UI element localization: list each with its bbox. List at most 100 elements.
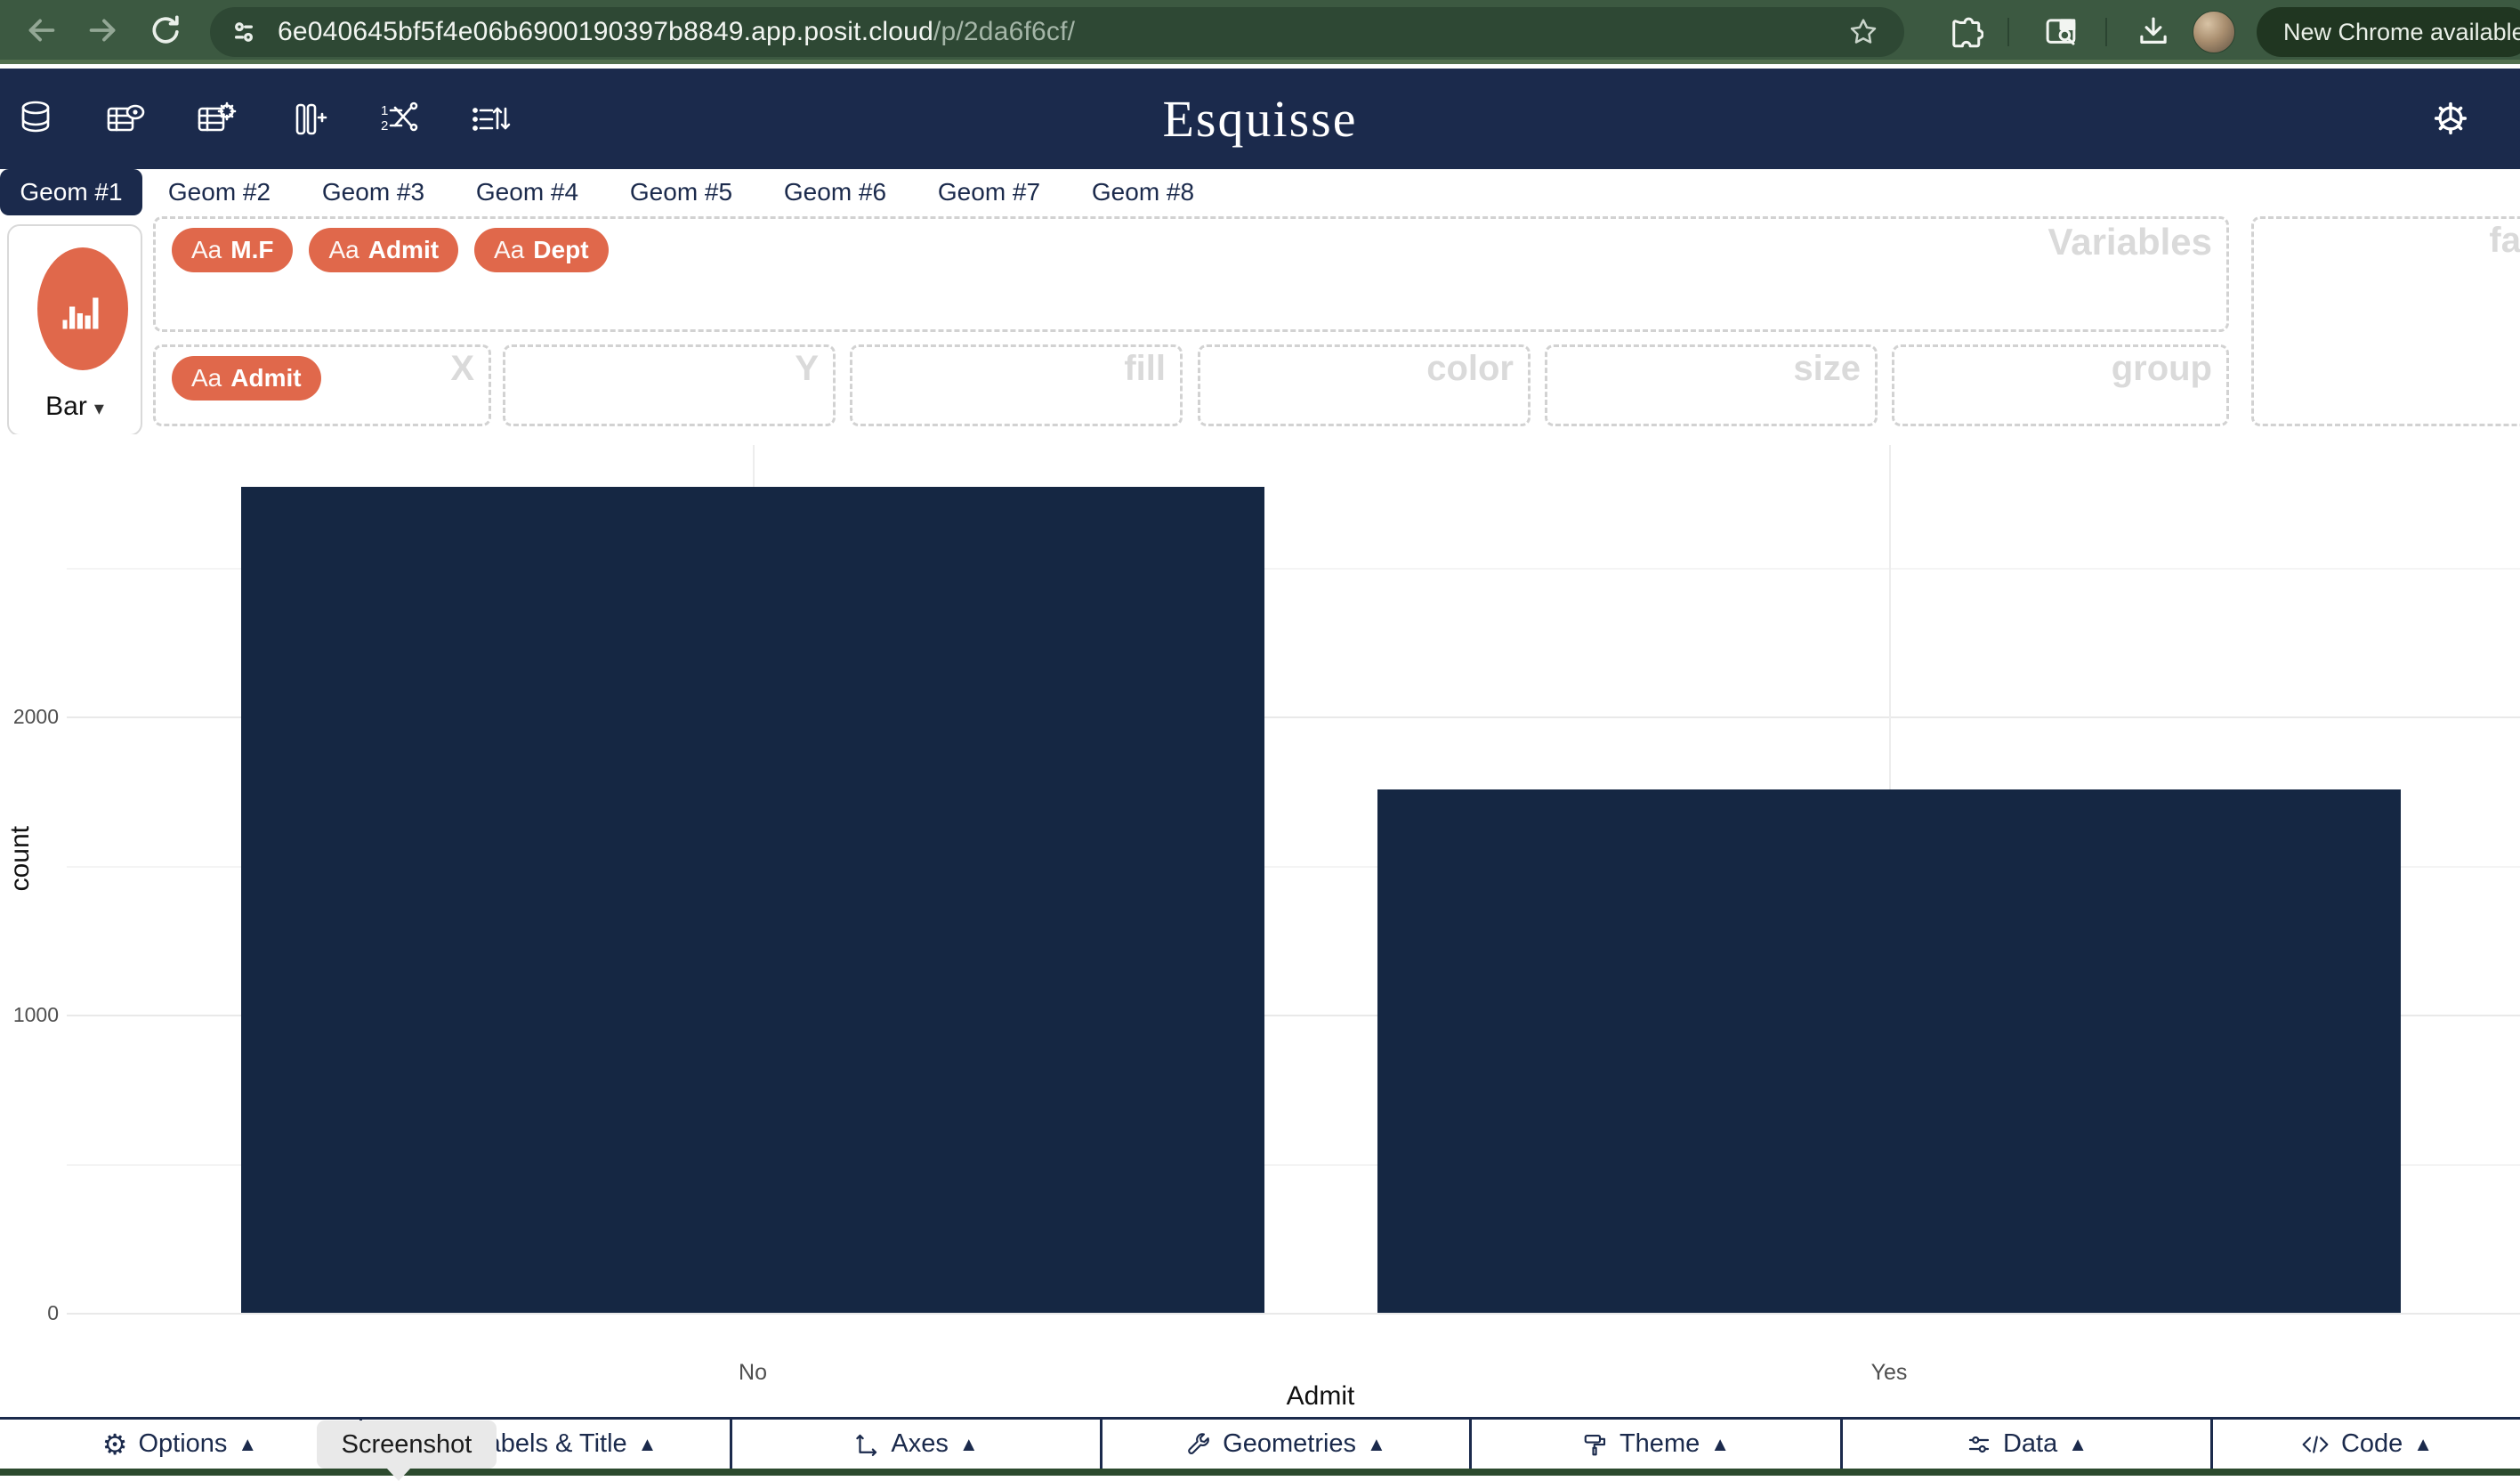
bar-chart-icon [37,247,128,370]
gear-icon[interactable] [2427,95,2474,142]
collapse-caret-icon: ▲ [1367,1433,1386,1456]
data-toolbar-button[interactable]: Data ▲ [1843,1420,2213,1469]
toolbar-button-label: Axes [891,1429,948,1459]
facet-zone-label: fa [2489,221,2520,261]
text-type-icon: Aa [494,236,524,264]
dropzone-label: size [1793,349,1861,389]
x-tick-label: Yes [1871,1360,1908,1386]
tooltip-caret [386,1468,411,1481]
variables-dropzone[interactable]: Variables AaM.F Aa Admit Aa Dept [153,216,2229,332]
site-settings-icon[interactable] [210,7,278,57]
dropzone-x[interactable]: X AaAdmit [153,344,491,426]
download-icon[interactable] [2128,7,2178,57]
tab-geom-5[interactable]: Geom #5 [604,169,758,215]
chrome-update-label: New Chrome available [2283,19,2520,46]
address-bar[interactable]: 6e040645bf5f4e06b6900190397b8849.app.pos… [210,7,1904,57]
window-bottom-edge [0,1469,2520,1476]
forward-button[interactable] [78,5,128,55]
collapse-caret-icon: ▲ [2068,1433,2088,1456]
y-tick-label: 0 [4,1301,59,1325]
dropzone-group[interactable]: group [1892,344,2229,426]
tab-search-icon[interactable] [2036,7,2086,57]
x-axis-title: Admit [1287,1381,1355,1412]
toolbar-divider [2007,18,2009,46]
bar-no [241,487,1264,1313]
cut-variable-icon[interactable]: 12 [376,96,422,142]
database-icon[interactable] [12,96,59,142]
aes-mapping-panel: Bar▾ Variables AaM.FAaAdmitAaDept XAaAdm… [0,215,2520,434]
code-icon [2300,1431,2330,1458]
create-column-icon[interactable] [285,96,331,142]
variable-pill-label: Dept [533,236,588,264]
dropzone-color[interactable]: color [1198,344,1531,426]
bookmark-star-icon[interactable] [1844,12,1883,52]
variable-pill-dept[interactable]: Aa Dept [474,228,608,272]
collapse-caret-icon: ▲ [2413,1433,2433,1456]
sort-levels-icon[interactable] [466,96,513,142]
axes-toolbar-button[interactable]: Axes ▲ [732,1420,1102,1469]
url-domain: 6e040645bf5f4e06b6900190397b8849.app.pos… [278,17,933,46]
y-axis-title: count [5,826,36,891]
extensions-icon[interactable] [1940,7,1990,57]
screenshot-tooltip-label: Screenshot [342,1430,472,1460]
tab-geom-7[interactable]: Geom #7 [912,169,1066,215]
browser-toolbar: 6e040645bf5f4e06b6900190397b8849.app.pos… [0,0,2520,64]
theme-toolbar-button[interactable]: Theme▲ [1472,1420,1843,1469]
dropzone-label: color [1426,349,1514,389]
svg-text:2: 2 [381,118,388,134]
geom-selector-label[interactable]: Bar▾ [9,392,141,422]
variable-pill-admit[interactable]: Aa Admit [309,228,458,272]
collapse-caret-icon: ▲ [959,1433,979,1456]
dropzone-y[interactable]: Y [503,344,836,426]
screenshot-tooltip: Screenshot [317,1420,497,1469]
major-gridline [67,1313,2520,1315]
tab-geom-1[interactable]: Geom #1 [0,169,142,215]
geom-tabs: Geom #1Geom #2Geom #3Geom #4Geom #5Geom … [0,169,2520,215]
dropzone-label: X [450,349,474,389]
variable-pill-m.f[interactable]: AaM.F [172,228,293,272]
profile-avatar[interactable] [2193,11,2235,53]
options-toolbar-button[interactable]: ⚙Options▲ [0,1420,362,1469]
y-tick-label: 2000 [4,705,59,729]
bar-yes [1377,789,2401,1313]
chevron-down-icon: ▾ [94,397,104,419]
sliders-icon [1966,1431,1992,1458]
collapse-caret-icon: ▲ [238,1433,257,1456]
variable-pill-label: M.F [230,236,273,264]
tab-geom-2[interactable]: Geom #2 [142,169,296,215]
toolbar-button-label: Options [138,1429,227,1459]
dropzone-fill[interactable]: fill [850,344,1183,426]
view-data-icon[interactable] [103,96,149,142]
geometries-toolbar-button[interactable]: Geometries ▲ [1102,1420,1472,1469]
tab-geom-4[interactable]: Geom #4 [450,169,604,215]
variable-pill-label: Admit [368,236,439,264]
toolbar-button-label: Data [2003,1429,2057,1459]
facet-dropzone[interactable]: fa [2251,216,2520,426]
collapse-caret-icon: ▲ [638,1433,658,1456]
svg-text:1: 1 [381,103,388,118]
tab-geom-8[interactable]: Geom #8 [1066,169,1220,215]
geom-selector[interactable]: Bar▾ [7,224,142,436]
toolbar-button-label: Theme [1619,1429,1700,1459]
reload-button[interactable] [141,5,190,55]
chrome-update-button[interactable]: New Chrome available [2257,7,2520,57]
esquisse-navbar: Esquisse 12 [0,69,2520,169]
text-type-icon: Aa [328,236,359,264]
update-variables-icon[interactable] [194,96,240,142]
toolbar-divider [2105,18,2107,46]
toolbar-button-label: Code [2341,1429,2403,1459]
url-path: /p/2da6f6cf/ [933,17,1075,46]
code-toolbar-button[interactable]: Code ▲ [2213,1420,2520,1469]
dropzone-size[interactable]: size [1545,344,1878,426]
variable-pill-admit[interactable]: AaAdmit [172,356,321,401]
back-button[interactable] [16,5,66,55]
paint-roller-icon [1582,1431,1609,1458]
url-text: 6e040645bf5f4e06b6900190397b8849.app.pos… [278,17,1075,47]
tab-geom-3[interactable]: Geom #3 [296,169,450,215]
variables-zone-label: Variables [2048,221,2212,263]
plot-output: 010002000NoYesAdmitcount [0,434,2520,1417]
toolbar-button-label: Geometries [1223,1429,1356,1459]
x-tick-label: No [739,1360,767,1386]
dropzone-label: group [2112,349,2212,389]
tab-geom-6[interactable]: Geom #6 [758,169,912,215]
